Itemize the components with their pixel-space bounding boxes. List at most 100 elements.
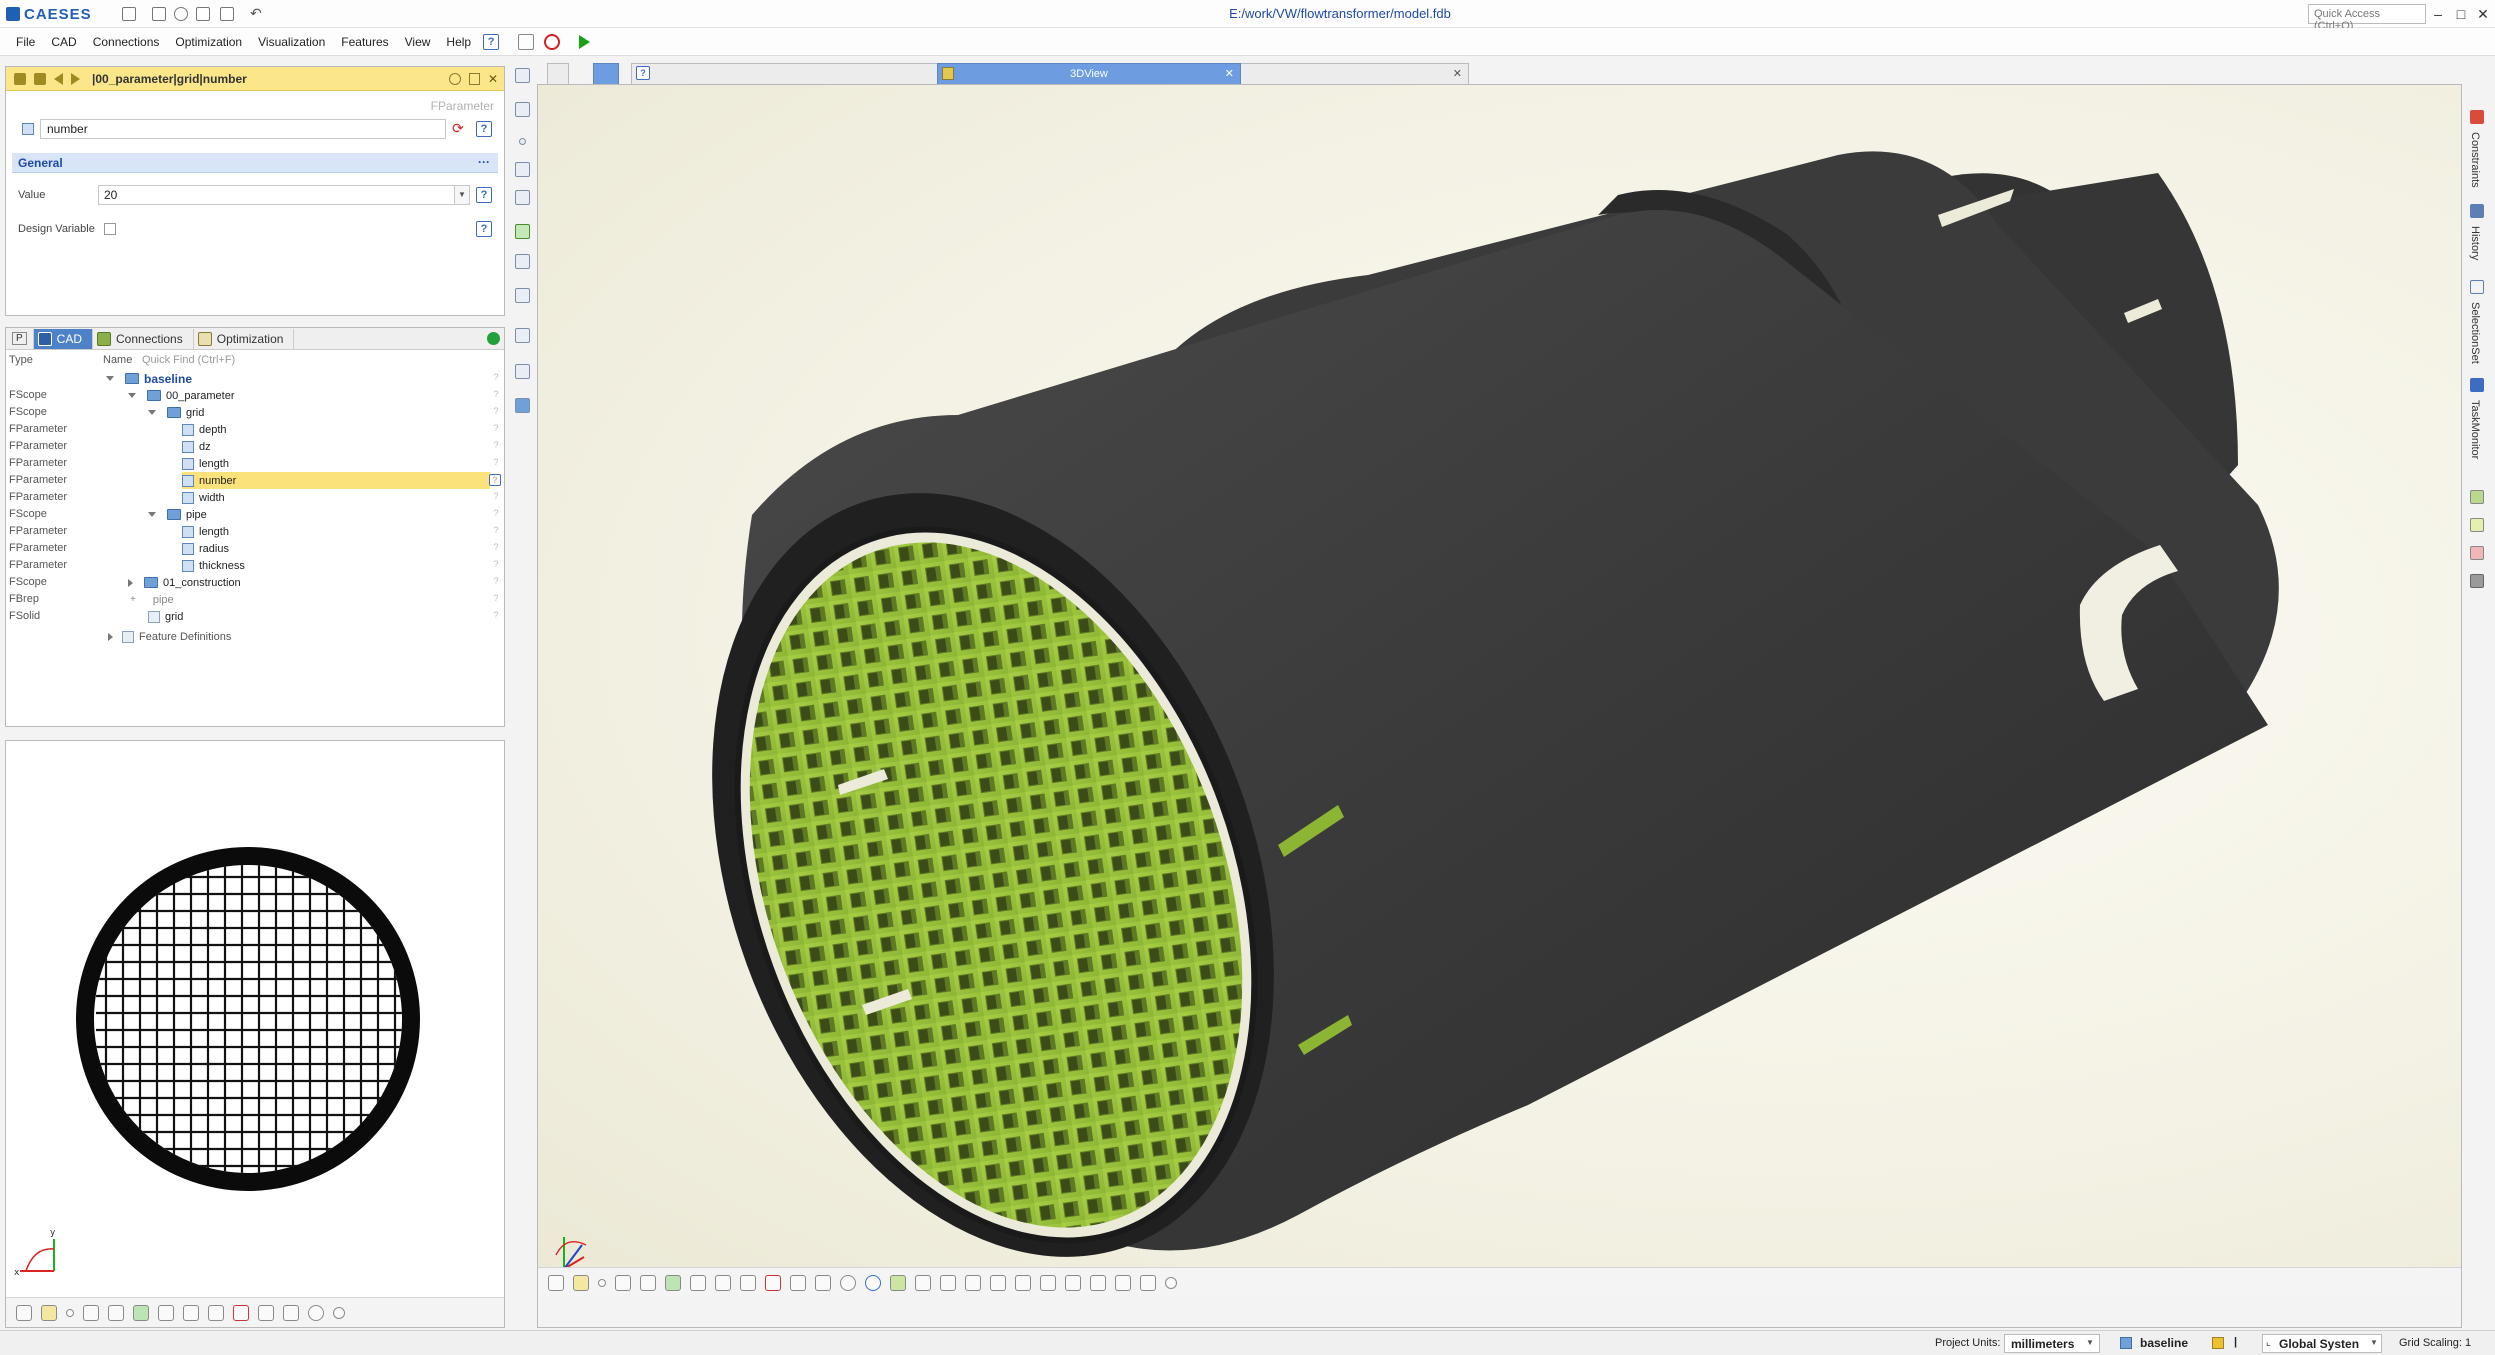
tab-p[interactable]: P <box>6 328 34 349</box>
view-z-icon[interactable] <box>990 1274 1006 1291</box>
general-section-header[interactable]: General ··· <box>12 153 498 173</box>
lock-icon[interactable] <box>890 1274 906 1291</box>
3d-viewport[interactable] <box>538 85 2461 1297</box>
select-icon[interactable] <box>515 102 530 117</box>
undo-icon[interactable]: ↶ <box>250 5 262 22</box>
menu-connections[interactable]: Connections <box>85 28 168 56</box>
swatch-red-icon[interactable] <box>2470 546 2484 560</box>
browser-icon[interactable] <box>515 68 530 83</box>
tree-row-00-parameter[interactable]: FScope 00_parameter ? <box>6 387 504 404</box>
swatch-light-icon[interactable] <box>2470 518 2484 532</box>
surface-tool-icon[interactable] <box>515 190 530 205</box>
menu-help[interactable]: Help <box>438 28 479 56</box>
history-icon[interactable] <box>2470 204 2484 218</box>
close-tab-icon[interactable]: ✕ <box>1453 64 1462 84</box>
new-project-icon[interactable] <box>122 7 136 21</box>
quick-access-input[interactable]: Quick Access (Ctrl+Q) <box>2308 4 2426 32</box>
section-icon[interactable] <box>208 1304 224 1321</box>
tree-row-width[interactable]: FParameter width ? <box>6 489 504 506</box>
rotate-icon[interactable] <box>308 1304 324 1321</box>
view-x-icon[interactable] <box>940 1274 956 1291</box>
measure-icon[interactable] <box>715 1274 731 1291</box>
tree-row-pipe-length[interactable]: FParameter length ? <box>6 523 504 540</box>
task-monitor-icon[interactable] <box>2470 378 2484 392</box>
tab-3dview[interactable]: 3DView ✕ <box>937 63 1241 84</box>
scope-tool-icon[interactable] <box>515 398 530 413</box>
maximize-button[interactable]: □ <box>2450 4 2472 24</box>
mesh-icon[interactable] <box>690 1274 706 1291</box>
rotate-icon[interactable] <box>840 1274 856 1291</box>
view-shaded-icon[interactable] <box>41 1304 57 1321</box>
coord-dropdown-icon[interactable]: ▼ <box>2370 1338 2378 1347</box>
point-tool-icon[interactable] <box>519 138 526 145</box>
grid-icon[interactable] <box>790 1274 806 1291</box>
solid-view-icon[interactable] <box>133 1304 149 1321</box>
screenshot-icon[interactable] <box>1115 1274 1131 1291</box>
folder-status-icon[interactable] <box>2212 1337 2224 1349</box>
view-fit-icon[interactable] <box>548 1274 564 1291</box>
forward-icon[interactable] <box>71 72 80 85</box>
dock-constraints[interactable]: Constraints <box>2469 132 2481 188</box>
design-variable-checkbox[interactable] <box>104 223 116 235</box>
point-icon[interactable] <box>598 1278 606 1287</box>
curve-icon[interactable] <box>615 1274 631 1291</box>
tab-optimization[interactable]: Optimization <box>194 328 295 349</box>
offset-tool-icon[interactable] <box>515 254 530 269</box>
tree-row-length[interactable]: FParameter length ? <box>6 455 504 472</box>
tab-cad[interactable]: CAD <box>33 328 94 349</box>
expand-icon[interactable] <box>148 410 156 415</box>
back-icon[interactable] <box>54 72 63 85</box>
camera-icon[interactable] <box>815 1274 831 1291</box>
grid-toggle-icon[interactable] <box>1140 1274 1156 1291</box>
tab-connections[interactable]: Connections <box>93 328 194 349</box>
expand-icon[interactable] <box>106 376 114 381</box>
stop-icon[interactable] <box>544 33 561 50</box>
tree-row-pipe-brep[interactable]: FBrep + pipe ? <box>6 591 504 608</box>
surface-icon[interactable] <box>108 1304 124 1321</box>
swatch-green-icon[interactable] <box>2470 490 2484 504</box>
dock-task-monitor[interactable]: TaskMonitor <box>2469 400 2481 459</box>
curve-tool-icon[interactable] <box>515 162 530 177</box>
tree-row-pipe-scope[interactable]: FScope pipe ? <box>6 506 504 523</box>
design-name[interactable]: baseline <box>2140 1336 2188 1350</box>
settings-icon[interactable] <box>174 7 188 21</box>
view-iso-icon[interactable] <box>915 1274 931 1291</box>
tree-row-dz[interactable]: FParameter dz ? <box>6 438 504 455</box>
mesh-icon[interactable] <box>158 1304 174 1321</box>
tree-row-grid-scope[interactable]: FScope grid ? <box>6 404 504 421</box>
view-neg-x-icon[interactable] <box>1015 1274 1031 1291</box>
solid-view-icon[interactable] <box>665 1274 681 1291</box>
help-icon[interactable]: ? <box>476 121 492 137</box>
type-column-header[interactable]: Type <box>9 354 33 366</box>
clip-icon[interactable] <box>765 1274 781 1291</box>
pin-icon[interactable] <box>14 72 26 85</box>
layout-grid-icon[interactable] <box>547 63 569 84</box>
menu-features[interactable]: Features <box>333 28 396 56</box>
camera-icon[interactable] <box>283 1304 299 1321</box>
context-help-icon[interactable]: ? <box>483 33 500 50</box>
zoom-icon[interactable] <box>333 1306 345 1319</box>
selection-set-icon[interactable] <box>2470 280 2484 294</box>
zoom-icon[interactable] <box>1165 1276 1177 1289</box>
copy-icon[interactable] <box>518 33 535 50</box>
curve-icon[interactable] <box>83 1304 99 1321</box>
close-panel-icon[interactable]: ✕ <box>488 72 498 86</box>
cut-tool-icon[interactable] <box>515 364 530 379</box>
grid-cross-section-view[interactable]: y x <box>6 741 504 1297</box>
menu-optimization[interactable]: Optimization <box>167 28 250 56</box>
row-help-icon[interactable]: ? <box>489 474 501 486</box>
tab-object-view[interactable] <box>593 63 619 84</box>
clip-icon[interactable] <box>233 1304 249 1321</box>
menu-cad[interactable]: CAD <box>43 28 84 56</box>
view-fit-icon[interactable] <box>16 1304 32 1321</box>
pipe-grid-model[interactable] <box>538 85 2461 1297</box>
quick-find-input[interactable]: Quick Find (Ctrl+F) <box>142 354 235 366</box>
dock-selection-set[interactable]: SelectionSet <box>2469 302 2481 364</box>
collapse-icon[interactable] <box>128 578 133 587</box>
solid-tool-icon[interactable] <box>515 224 530 239</box>
close-tab-icon[interactable]: ✕ <box>1225 64 1234 84</box>
tree-row-baseline[interactable]: baseline ? <box>6 370 504 387</box>
tree-row-thickness[interactable]: FParameter thickness ? <box>6 557 504 574</box>
more-icon[interactable]: ··· <box>478 155 490 169</box>
clipboard-icon[interactable] <box>468 72 480 85</box>
